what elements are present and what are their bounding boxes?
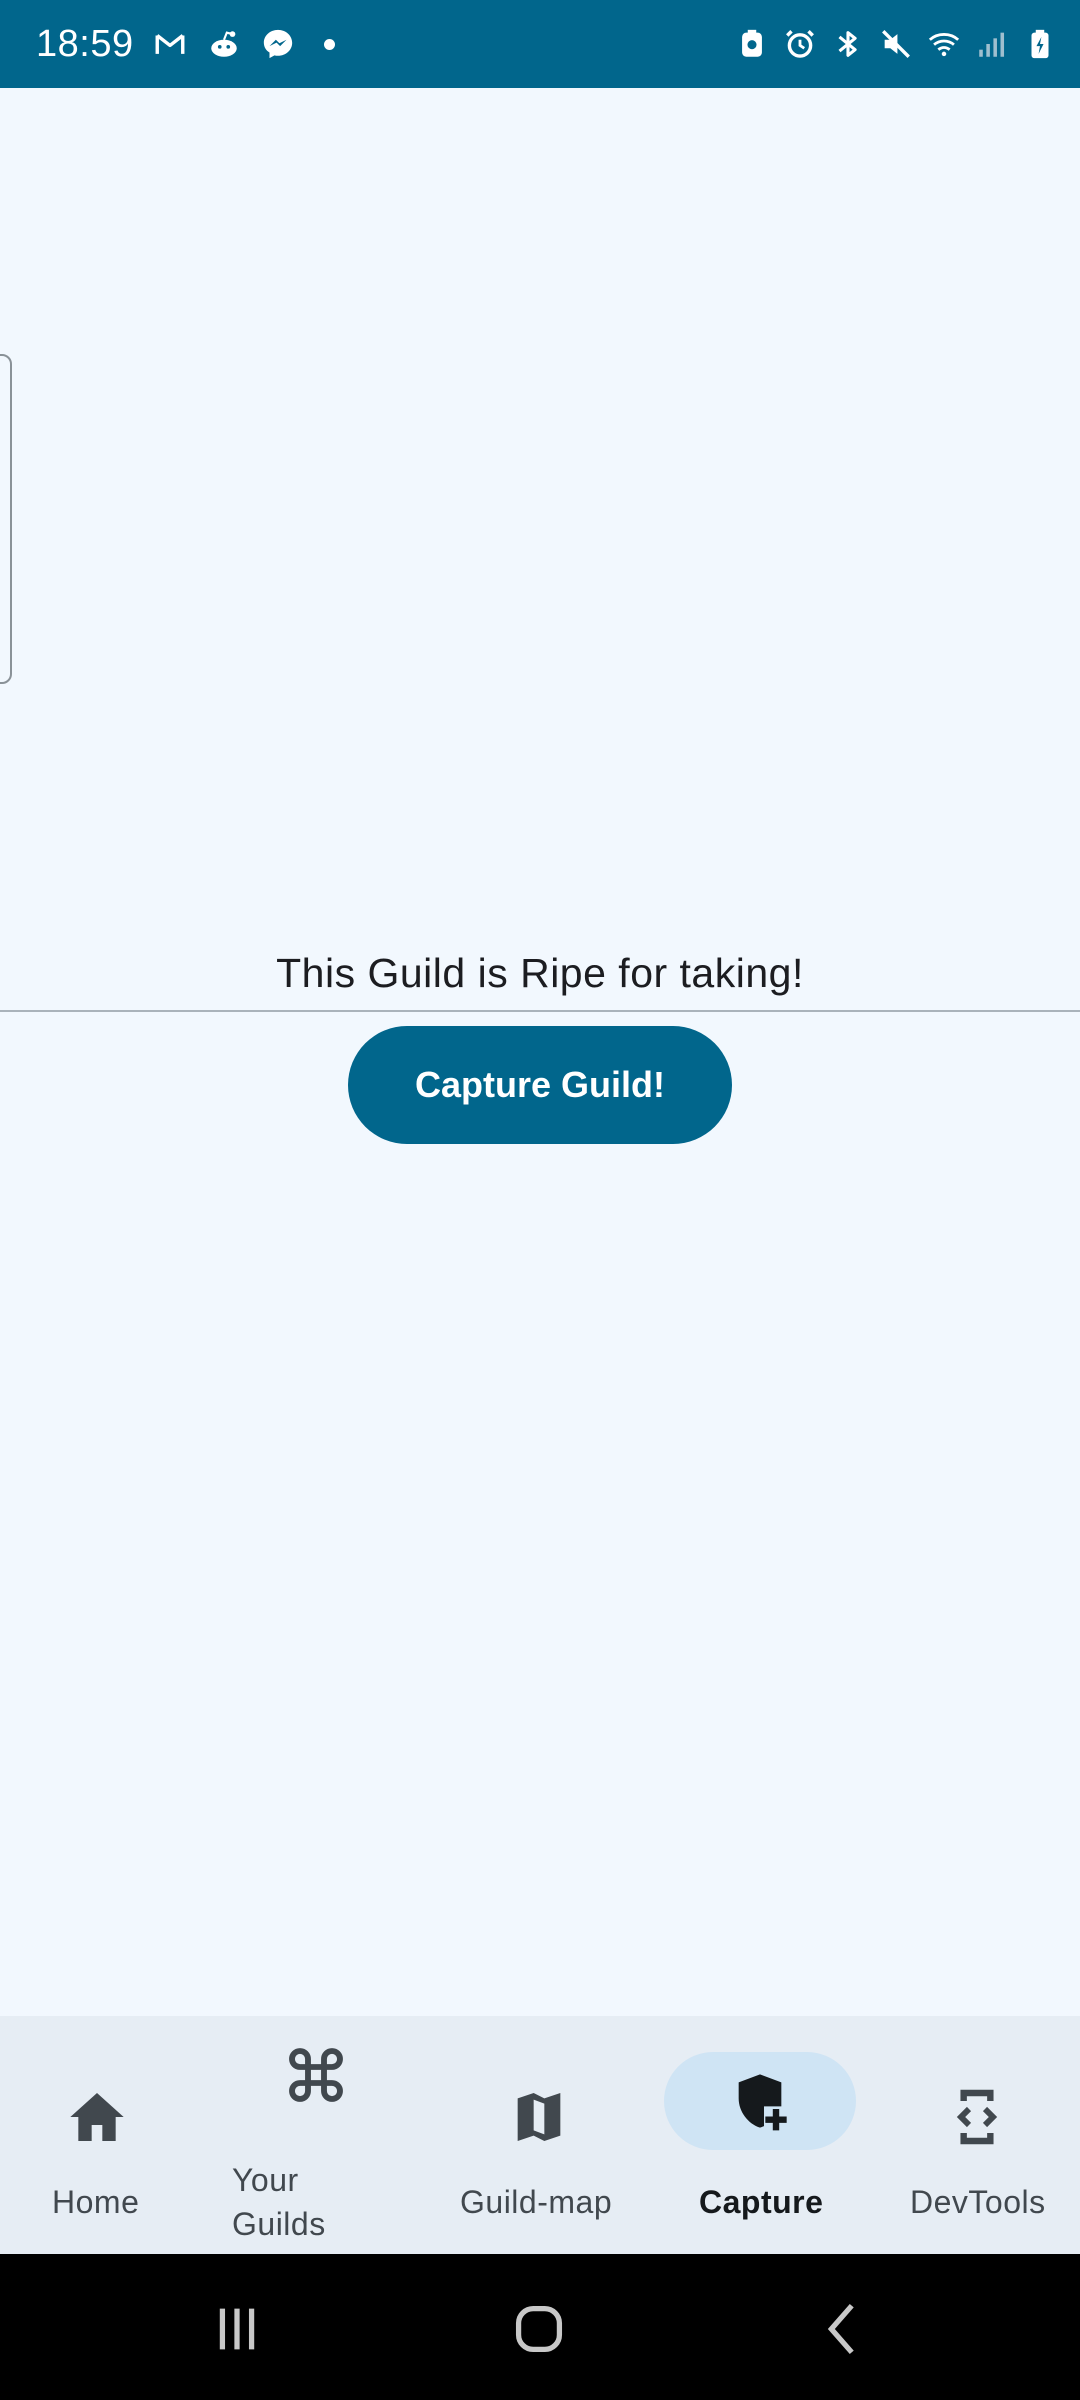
- guild-status-message: This Guild is Ripe for taking!: [276, 950, 804, 996]
- side-drawer-handle[interactable]: [0, 354, 12, 684]
- screenshot-icon: [734, 26, 770, 62]
- main-content: This Guild is Ripe for taking! Capture G…: [0, 88, 1080, 2016]
- nav-label-home: Home: [52, 2184, 140, 2220]
- status-bar-right: [734, 26, 1058, 62]
- nav-label-devtools: DevTools: [910, 2184, 1046, 2220]
- nav-item-devtools[interactable]: DevTools: [880, 2016, 1080, 2254]
- nav-item-capture[interactable]: Capture: [660, 2016, 860, 2254]
- nav-item-home[interactable]: Home: [0, 2016, 194, 2254]
- nav-label-capture: Capture: [699, 2184, 824, 2220]
- shield-plus-icon: [664, 2052, 856, 2150]
- status-bar: 18:59: [0, 0, 1080, 88]
- nav-item-your-guilds[interactable]: Your Guilds: [210, 2016, 430, 2254]
- command-icon: [220, 2026, 412, 2124]
- system-navigation-bar: [0, 2254, 1080, 2400]
- nav-item-guild-map[interactable]: Guild-map: [440, 2016, 640, 2254]
- nav-label-your-guilds: Your Guilds: [232, 2162, 326, 2242]
- devtools-icon: [881, 2068, 1073, 2166]
- signal-icon: [974, 26, 1010, 62]
- notification-dot-icon: [323, 38, 335, 50]
- battery-charging-icon: [1022, 26, 1058, 62]
- status-time: 18:59: [36, 22, 134, 65]
- home-icon: [1, 2068, 193, 2166]
- capture-guild-button[interactable]: Capture Guild!: [348, 1026, 732, 1144]
- nav-label-guild-map: Guild-map: [460, 2184, 613, 2220]
- mute-icon: [878, 26, 914, 62]
- bluetooth-icon: [830, 26, 866, 62]
- recents-icon[interactable]: [192, 2284, 282, 2374]
- alarm-icon: [782, 26, 818, 62]
- map-icon: [443, 2068, 635, 2166]
- gmail-icon: [152, 26, 188, 62]
- home-circle-icon[interactable]: [494, 2284, 584, 2374]
- back-icon[interactable]: [798, 2284, 888, 2374]
- bottom-navigation: Home Your Guilds Guild-map Capture DevTo…: [0, 2016, 1080, 2254]
- divider: [0, 1010, 1080, 1012]
- wifi-icon: [926, 26, 962, 62]
- status-bar-left: 18:59: [36, 23, 335, 66]
- reddit-icon: [206, 26, 242, 62]
- messenger-icon: [260, 26, 296, 62]
